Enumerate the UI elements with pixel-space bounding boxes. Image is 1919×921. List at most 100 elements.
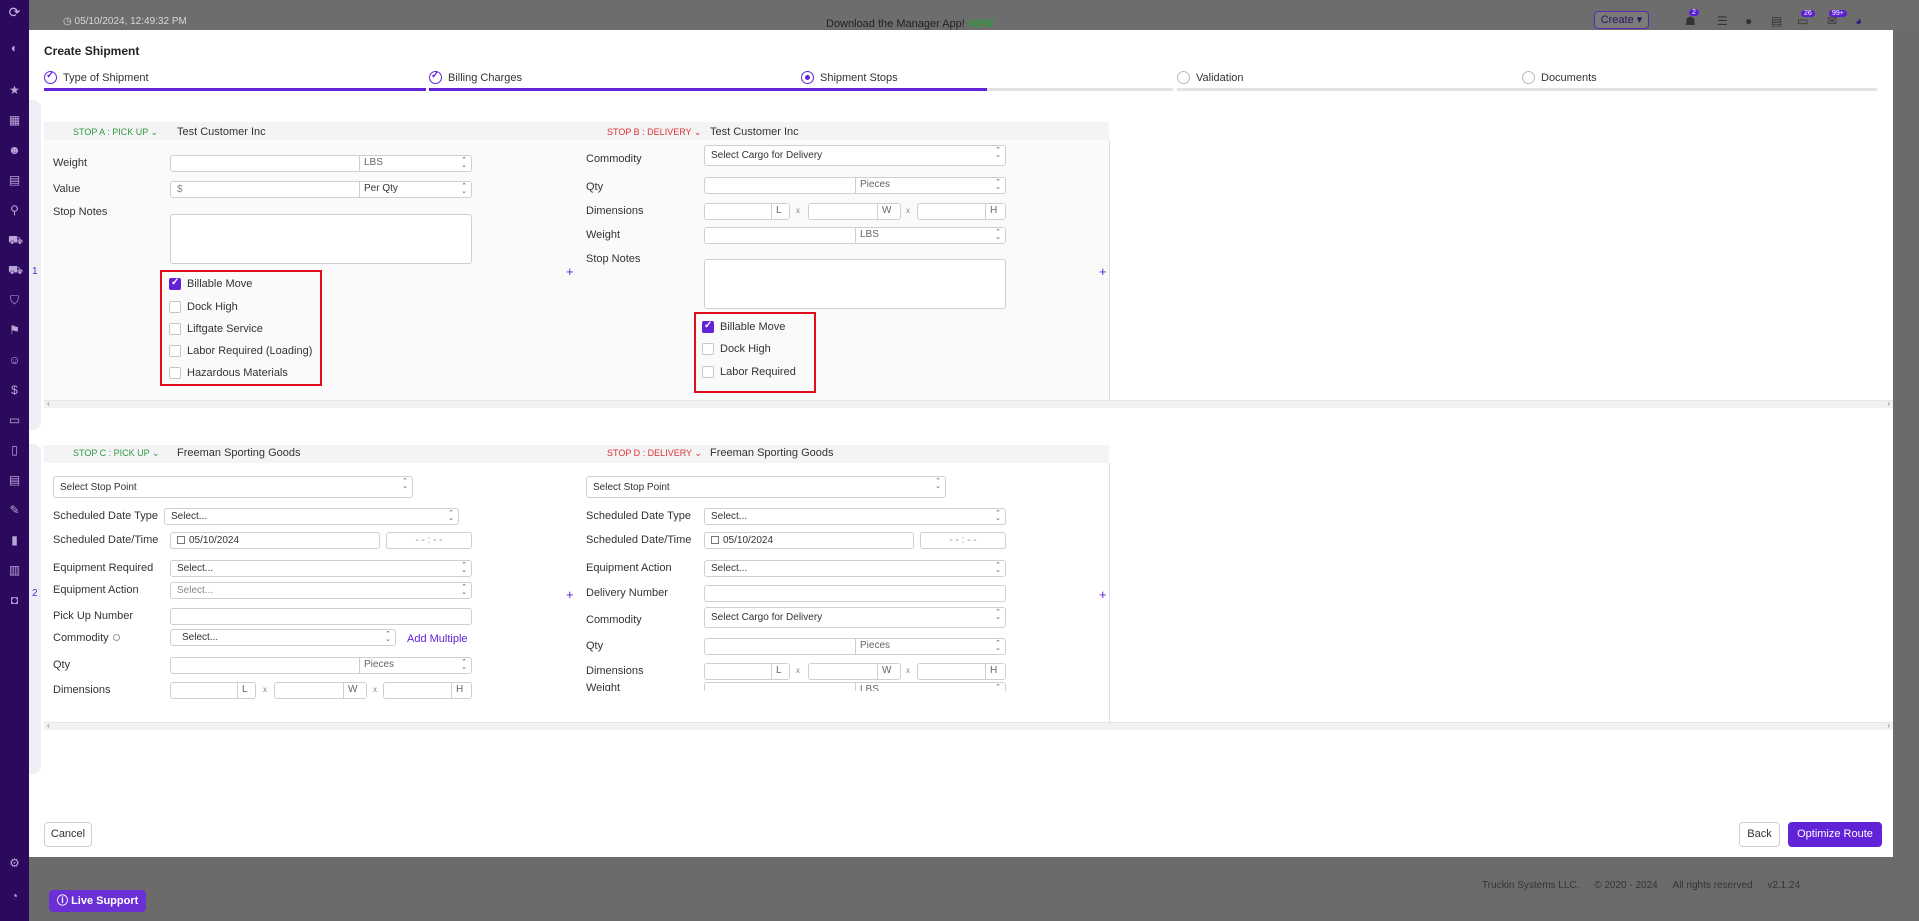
hazardous-materials-checkbox[interactable]: Hazardous Materials xyxy=(169,366,319,382)
liftgate-service-checkbox[interactable]: Liftgate Service xyxy=(169,322,319,338)
qty-unit-select[interactable]: Pieces xyxy=(359,658,471,673)
stop-c-equipment-action-select[interactable]: Select... xyxy=(170,582,472,599)
step-documents[interactable]: Documents xyxy=(1522,69,1877,91)
stop-c-equipment-required-select[interactable]: Select... xyxy=(170,560,472,577)
stop-d-qty-input[interactable]: Pieces xyxy=(704,638,1006,655)
dollar-icon[interactable]: ● xyxy=(1745,14,1752,28)
scroll-right-icon[interactable]: › xyxy=(1887,721,1890,730)
grid-icon[interactable]: ▦ xyxy=(8,114,21,127)
weight-unit-select[interactable]: LBS xyxy=(855,228,1005,243)
stop-d-date-input[interactable]: 05/10/2024 xyxy=(704,532,914,549)
stop-b-commodity-select[interactable]: Select Cargo for Delivery xyxy=(704,145,1006,166)
dock-high-checkbox[interactable]: Dock High xyxy=(702,342,812,358)
stop-d-label[interactable]: STOP D : DELIVERY ⌄ xyxy=(607,448,702,459)
optimize-route-button[interactable]: Optimize Route xyxy=(1788,822,1882,847)
camera-icon[interactable]: ◘ xyxy=(8,594,21,607)
stop-b-weight-input[interactable]: LBS xyxy=(704,227,1006,244)
users-icon[interactable]: ☻ xyxy=(8,144,21,157)
stop-c-scheduled-date-type-select[interactable]: Select... xyxy=(164,508,459,525)
stop-c-qty-input[interactable]: Pieces xyxy=(170,657,472,674)
add-multiple-link[interactable]: Add Multiple xyxy=(407,633,468,645)
download-app-link[interactable]: Download the Manager App! NEW xyxy=(826,18,994,30)
list-icon[interactable]: ☰ xyxy=(1717,14,1728,28)
stop-b-notes-textarea[interactable] xyxy=(704,259,1006,309)
stop-d-width-input[interactable]: W xyxy=(808,663,901,680)
dollar-icon[interactable]: $ xyxy=(8,384,21,397)
stop-b-length-input[interactable]: L xyxy=(704,203,790,220)
stop-d-delivery-number-input[interactable] xyxy=(704,585,1006,602)
stop-c-stop-point-select[interactable]: Select Stop Point xyxy=(53,476,413,498)
book-icon[interactable]: ▯ xyxy=(8,444,21,457)
stop-a-notes-textarea[interactable] xyxy=(170,214,472,264)
back-button[interactable]: Back xyxy=(1739,822,1780,847)
add-stop-plus-icon[interactable]: + xyxy=(566,265,574,278)
billable-move-checkbox[interactable]: Billable Move xyxy=(702,320,812,336)
cancel-button[interactable]: Cancel xyxy=(44,822,92,847)
scroll-left-icon[interactable]: ‹ xyxy=(47,721,50,730)
step-billing-charges[interactable]: Billing Charges xyxy=(429,69,804,91)
shield-icon[interactable]: ⛉ xyxy=(8,294,21,307)
tools-icon[interactable]: ✎ xyxy=(8,504,21,517)
chart-icon[interactable]: ▥ xyxy=(8,564,21,577)
stop-c-pick-up-number-input[interactable] xyxy=(170,608,472,625)
people-icon[interactable]: ☺ xyxy=(8,354,21,367)
dock-high-checkbox[interactable]: Dock High xyxy=(169,300,319,316)
stop-d-height-input[interactable]: H xyxy=(917,663,1006,680)
add-stop-plus-icon[interactable]: + xyxy=(1099,588,1107,601)
trailer-icon[interactable]: ⛟ xyxy=(8,264,23,277)
routes-icon[interactable]: ⚲ xyxy=(8,204,21,217)
stop-d-commodity-select[interactable]: Select Cargo for Delivery xyxy=(704,607,1006,628)
scroll-left-icon[interactable]: ‹ xyxy=(47,399,50,408)
stop-c-width-input[interactable]: W xyxy=(274,682,367,699)
location-icon[interactable]: ⚑ xyxy=(8,324,21,337)
live-support-button[interactable]: ⓘ Live Support xyxy=(49,890,147,912)
stop-c-date-input[interactable]: 05/10/2024 xyxy=(170,532,380,549)
weight-unit-select[interactable]: LBS xyxy=(359,156,471,171)
card-icon[interactable]: ▭ xyxy=(8,414,21,427)
stop-c-length-input[interactable]: L xyxy=(170,682,256,699)
bell-icon[interactable]: ☗ xyxy=(1685,14,1696,28)
star-icon[interactable]: ★ xyxy=(8,84,21,97)
stop-c-commodity-select[interactable]: Select... xyxy=(170,629,396,646)
stop-a-label[interactable]: STOP A : PICK UP ⌄ xyxy=(73,127,158,138)
stop-c-label[interactable]: STOP C : PICK UP ⌄ xyxy=(73,448,160,459)
settings-icon[interactable]: ⚙ xyxy=(8,857,21,870)
stop-d-length-input[interactable]: L xyxy=(704,663,790,680)
stop-b-qty-input[interactable]: Pieces xyxy=(704,177,1006,194)
value-unit-select[interactable]: Per Qty xyxy=(359,182,471,197)
user-avatar-icon[interactable]: ◕ xyxy=(1855,14,1862,28)
document-icon[interactable]: ▤ xyxy=(8,174,21,187)
billable-move-checkbox[interactable]: Billable Move xyxy=(169,277,319,293)
stop-a-value-input[interactable]: $ Per Qty xyxy=(170,181,472,198)
report-icon[interactable]: ▤ xyxy=(8,474,21,487)
stop-a-weight-input[interactable]: LBS xyxy=(170,155,472,172)
scroll-right-icon[interactable]: › xyxy=(1887,399,1890,408)
qty-unit-select[interactable]: Pieces xyxy=(855,178,1005,193)
qty-unit-select[interactable]: Pieces xyxy=(855,639,1005,654)
row-1-scrollbar[interactable]: ‹ › xyxy=(44,399,1893,408)
stop-d-equipment-action-select[interactable]: Select... xyxy=(704,560,1006,577)
stop-d-stop-point-select[interactable]: Select Stop Point xyxy=(586,476,946,498)
add-stop-plus-icon[interactable]: + xyxy=(1099,265,1107,278)
step-shipment-stops[interactable]: Shipment Stops xyxy=(801,69,1173,91)
dashboard-icon[interactable]: ◐ xyxy=(8,42,21,55)
step-type-of-shipment[interactable]: Type of Shipment xyxy=(44,69,426,91)
stop-b-label[interactable]: STOP B : DELIVERY ⌄ xyxy=(607,127,701,138)
add-stop-plus-icon[interactable]: + xyxy=(566,588,574,601)
weight-unit-select[interactable]: LBS xyxy=(855,683,1005,691)
row-2-scrollbar[interactable]: ‹ › xyxy=(44,721,1893,730)
labor-required-checkbox[interactable]: Labor Required xyxy=(702,365,812,381)
step-validation[interactable]: Validation xyxy=(1177,69,1522,91)
doc-icon[interactable]: ▤ xyxy=(1771,14,1782,28)
stop-d-time-input[interactable]: - - : - - xyxy=(920,532,1006,549)
stop-c-time-input[interactable]: - - : - - xyxy=(386,532,472,549)
fuel-icon[interactable]: ▮ xyxy=(8,534,21,547)
create-menu-button[interactable]: Create ▾ xyxy=(1594,11,1649,29)
help-icon[interactable]: ◔ xyxy=(8,890,21,903)
truck-icon[interactable]: ⛟ xyxy=(8,234,23,247)
stop-d-weight-input[interactable]: LBS xyxy=(704,682,1006,691)
stop-d-scheduled-date-type-select[interactable]: Select... xyxy=(704,508,1006,525)
labor-required-loading-checkbox[interactable]: Labor Required (Loading) xyxy=(169,344,319,360)
stop-b-width-input[interactable]: W xyxy=(808,203,901,220)
stop-c-height-input[interactable]: H xyxy=(383,682,472,699)
